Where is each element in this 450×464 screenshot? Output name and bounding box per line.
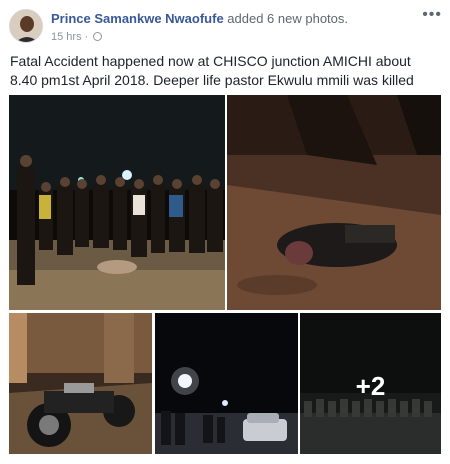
more-options-icon[interactable]: ••• — [422, 6, 442, 24]
more-photos-overlay[interactable]: +2 — [300, 313, 441, 454]
avatar-image — [10, 10, 42, 42]
crowd-night-photo — [9, 95, 225, 310]
post-timestamp[interactable]: 15 hrs — [51, 31, 82, 43]
motorcycle-photo — [9, 313, 152, 454]
post-meta: 15 hrs · — [51, 31, 103, 43]
photo-3[interactable] — [9, 313, 152, 454]
author-line: Prince Samankwe Nwaofufe added 6 new pho… — [51, 11, 348, 26]
meta-separator: · — [84, 31, 89, 43]
photo-5-more[interactable]: +2 — [300, 313, 441, 454]
street-night-photo — [155, 313, 298, 454]
photo-4[interactable] — [155, 313, 298, 454]
post-header: Prince Samankwe Nwaofufe added 6 new pho… — [0, 0, 450, 48]
accident-ground-photo — [227, 95, 441, 310]
more-photos-count: +2 — [355, 371, 386, 401]
photo-1[interactable] — [9, 95, 225, 310]
avatar[interactable] — [9, 9, 43, 43]
globe-icon[interactable] — [93, 32, 103, 41]
post-action-text: added 6 new photos. — [227, 11, 349, 26]
photo-2[interactable] — [227, 95, 441, 310]
author-name-link[interactable]: Prince Samankwe Nwaofufe — [51, 11, 224, 26]
